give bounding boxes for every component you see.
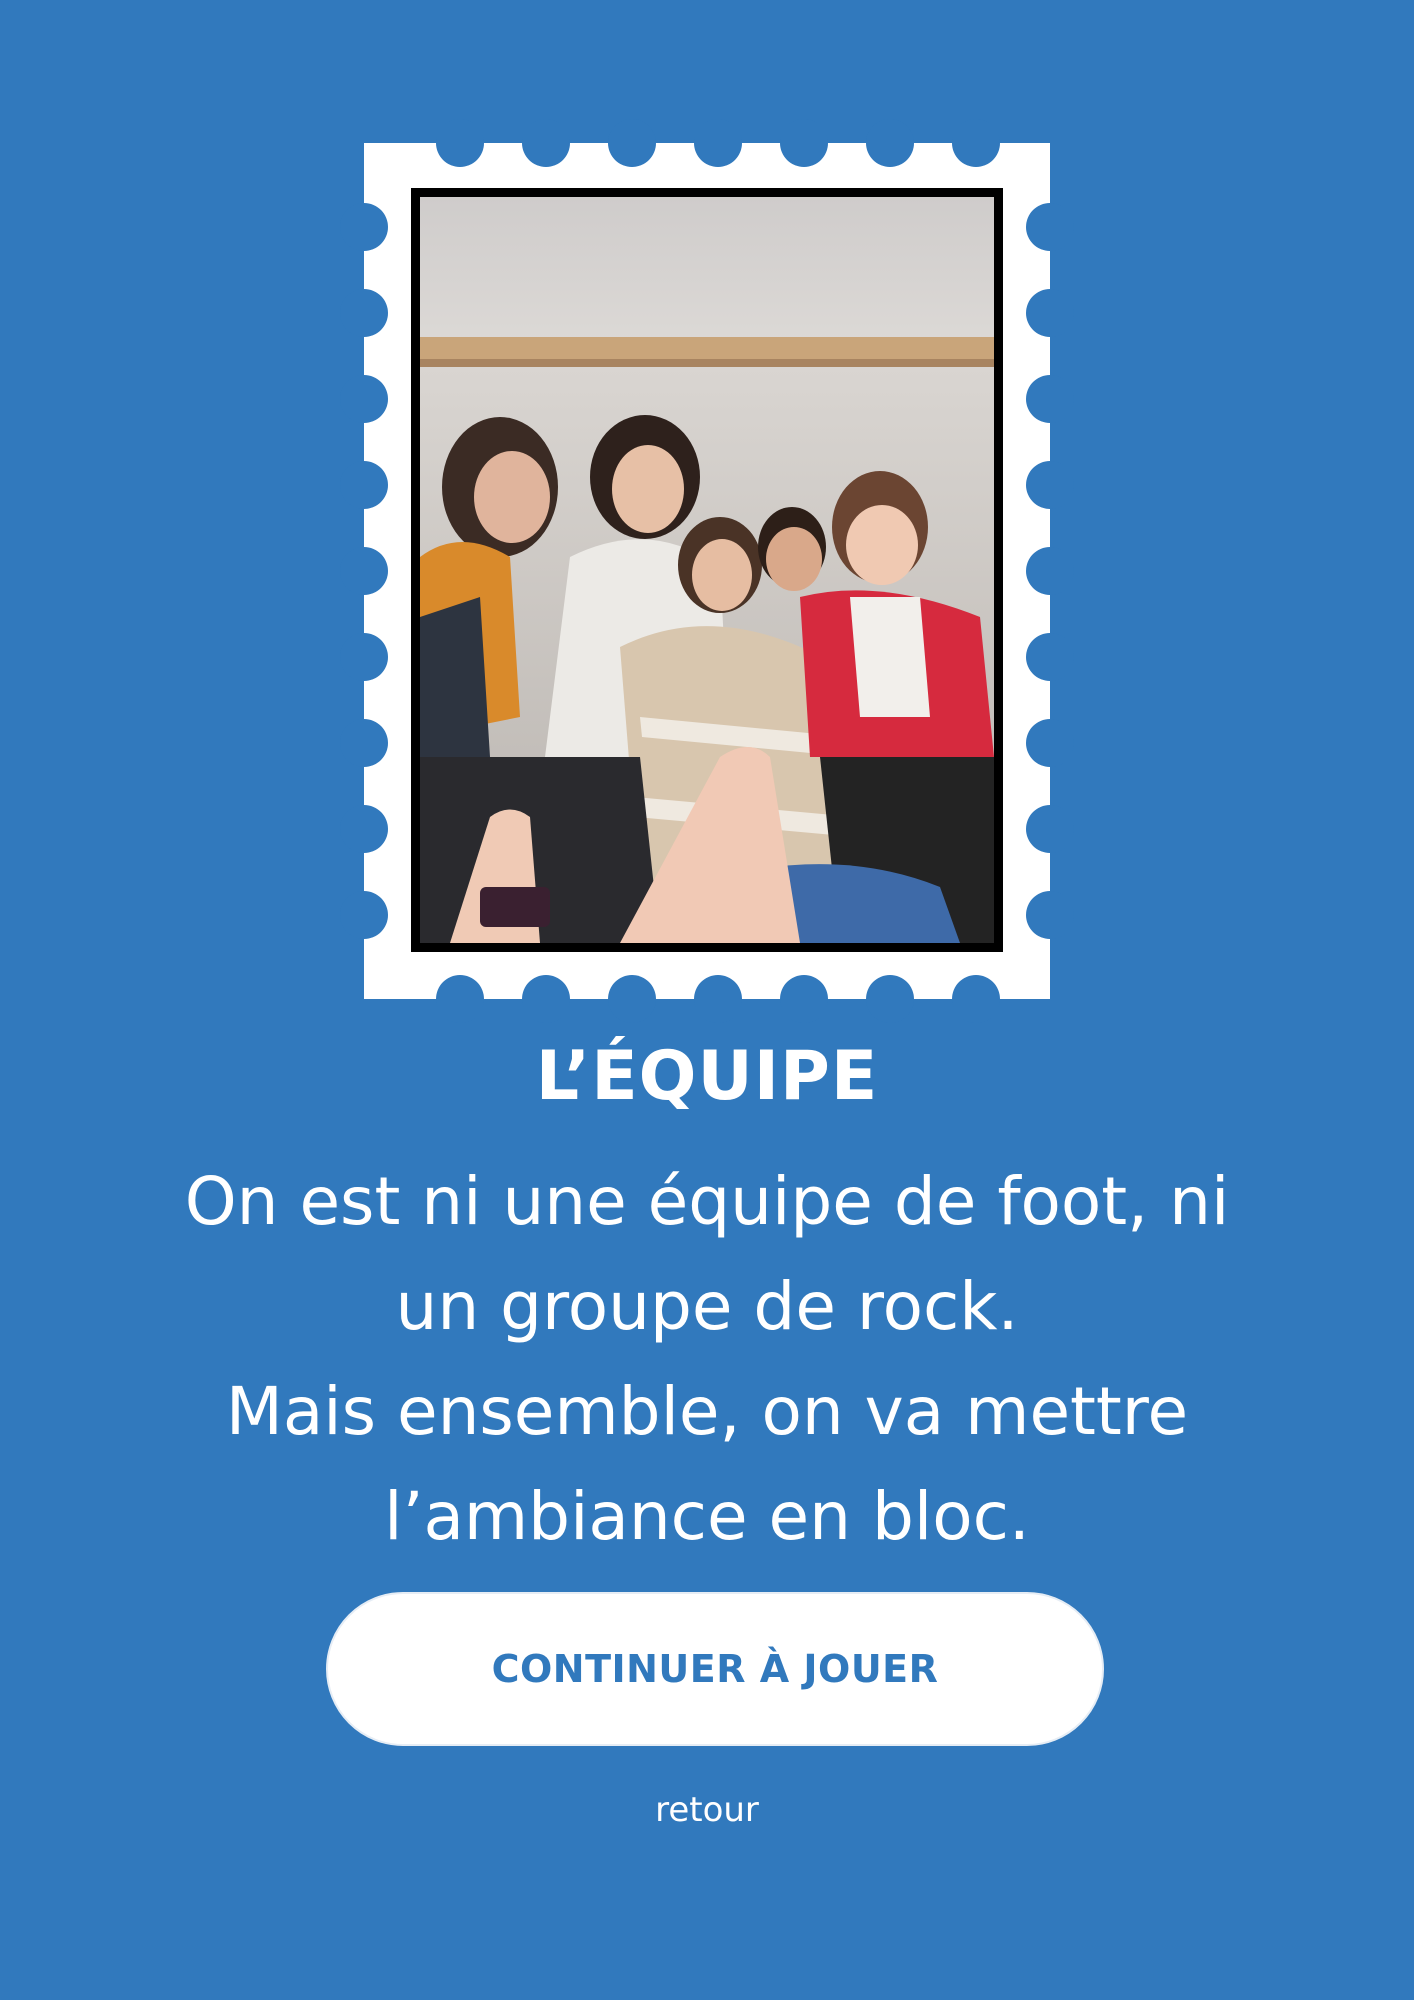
continue-playing-button[interactable]: CONTINUER À JOUER: [326, 1592, 1104, 1746]
stamp-perforation: [522, 119, 570, 167]
back-link[interactable]: retour: [0, 1786, 1414, 1834]
stamp-perforation: [436, 119, 484, 167]
stamp-perforation: [1026, 547, 1074, 595]
stamp-perforation: [1026, 633, 1074, 681]
stamp-perforation: [1026, 375, 1074, 423]
team-photo-illustration: [420, 197, 994, 943]
stamp-perforation: [1026, 805, 1074, 853]
continue-playing-label: CONTINUER À JOUER: [491, 1647, 939, 1691]
stamp-perforation: [780, 119, 828, 167]
stamp-perforation: [780, 975, 828, 1023]
description-line: On est ni une équipe de foot, ni: [184, 1163, 1230, 1240]
stamp-perforation: [1026, 891, 1074, 939]
stamp-perforation: [608, 119, 656, 167]
description-text: On est ni une équipe de foot, ni un grou…: [90, 1149, 1324, 1569]
stamp-perforation: [340, 891, 388, 939]
stamp-perforation: [340, 719, 388, 767]
stamp-perforation: [1026, 289, 1074, 337]
stamp-perforation: [340, 289, 388, 337]
stamp-perforation: [1026, 203, 1074, 251]
stamp-perforation: [866, 975, 914, 1023]
stamp-perforation: [866, 119, 914, 167]
stamp-perforation: [694, 119, 742, 167]
team-photo-frame: [411, 188, 1003, 952]
description-line: un groupe de rock.: [395, 1268, 1019, 1345]
stamp-perforation: [340, 547, 388, 595]
team-photo: [420, 197, 994, 943]
description-line: l’ambiance en bloc.: [384, 1478, 1030, 1555]
stamp-perforation: [340, 633, 388, 681]
description-line: Mais ensemble, on va mettre: [225, 1373, 1189, 1450]
stamp-perforation: [340, 461, 388, 509]
stamp-perforation: [340, 203, 388, 251]
stamp-perforation: [340, 375, 388, 423]
stamp-perforation: [694, 975, 742, 1023]
stamp-perforation: [1026, 719, 1074, 767]
stamp-perforation: [952, 119, 1000, 167]
stamp-perforation: [436, 975, 484, 1023]
stamp-perforation: [952, 975, 1000, 1023]
stamp-perforation: [1026, 461, 1074, 509]
page-title: L’ÉQUIPE: [535, 1037, 879, 1116]
stamp-perforation: [608, 975, 656, 1023]
stamp-perforation: [340, 805, 388, 853]
stamp-perforation: [522, 975, 570, 1023]
